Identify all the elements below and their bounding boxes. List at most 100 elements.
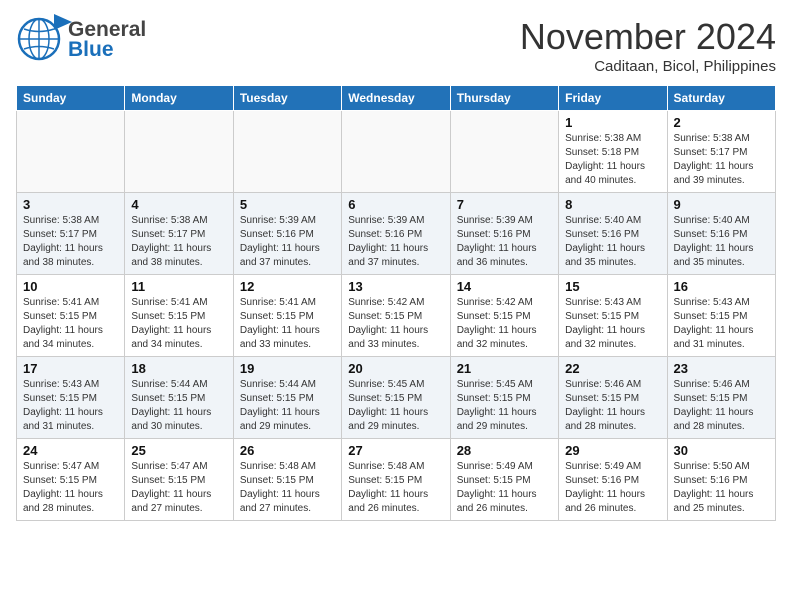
day-info-text: Sunset: 5:16 PM: [348, 228, 443, 242]
day-number: 12: [240, 279, 335, 294]
day-info-text: Sunrise: 5:38 AM: [23, 214, 118, 228]
day-info-text: Sunset: 5:16 PM: [674, 228, 769, 242]
day-info-text: Daylight: 11 hours: [23, 406, 118, 420]
day-info-text: Sunrise: 5:49 AM: [457, 460, 552, 474]
day-info-text: Sunset: 5:17 PM: [23, 228, 118, 242]
day-info-text: Daylight: 11 hours: [348, 242, 443, 256]
calendar-cell: 27 Sunrise: 5:48 AMSunset: 5:15 PMDayligh…: [342, 439, 450, 521]
calendar-cell: 10Sunrise: 5:41 AMSunset: 5:15 PMDayligh…: [17, 275, 125, 357]
day-number: 27: [348, 443, 443, 458]
month-title: November 2024: [520, 16, 776, 58]
calendar-cell: 2Sunrise: 5:38 AMSunset: 5:17 PMDaylight…: [667, 111, 775, 193]
day-number: 28: [457, 443, 552, 458]
day-info-text: and 34 minutes.: [131, 338, 226, 352]
day-info-text: Sunrise: 5:47 AM: [131, 460, 226, 474]
calendar-cell: 14Sunrise: 5:42 AMSunset: 5:15 PMDayligh…: [450, 275, 558, 357]
calendar-cell: 20Sunrise: 5:45 AMSunset: 5:15 PMDayligh…: [342, 357, 450, 439]
day-info-text: Sunset: 5:15 PM: [240, 392, 335, 406]
day-info-text: Sunset: 5:15 PM: [23, 392, 118, 406]
day-number: 8: [565, 197, 660, 212]
calendar-cell: 21Sunrise: 5:45 AMSunset: 5:15 PMDayligh…: [450, 357, 558, 439]
day-info-text: Sunrise: 5:39 AM: [240, 214, 335, 228]
day-info-text: Sunrise: 5:48 AM: [348, 460, 443, 474]
calendar-cell: 1Sunrise: 5:38 AMSunset: 5:18 PMDaylight…: [559, 111, 667, 193]
day-info-text: Daylight: 11 hours: [131, 406, 226, 420]
day-number: 21: [457, 361, 552, 376]
day-info-text: Daylight: 11 hours: [348, 406, 443, 420]
day-info-text: Sunset: 5:15 PM: [23, 310, 118, 324]
day-number: 29: [565, 443, 660, 458]
day-info-text: Daylight: 11 hours: [348, 488, 443, 502]
day-info-text: Daylight: 11 hours: [565, 324, 660, 338]
calendar-cell: 8Sunrise: 5:40 AMSunset: 5:16 PMDaylight…: [559, 193, 667, 275]
day-info-text: Sunrise: 5:46 AM: [565, 378, 660, 392]
day-info-text: Daylight: 11 hours: [240, 488, 335, 502]
calendar-table: SundayMondayTuesdayWednesdayThursdayFrid…: [16, 85, 776, 521]
day-info-text: Daylight: 11 hours: [23, 242, 118, 256]
day-number: 30: [674, 443, 769, 458]
day-info-text: Sunrise: 5:46 AM: [674, 378, 769, 392]
day-info-text: and 28 minutes.: [674, 420, 769, 434]
day-info-text: Sunset: 5:18 PM: [565, 146, 660, 160]
day-info-text: and 28 minutes.: [565, 420, 660, 434]
day-info-text: Daylight: 11 hours: [674, 406, 769, 420]
weekday-header-friday: Friday: [559, 86, 667, 111]
day-info-text: Sunset: 5:15 PM: [565, 310, 660, 324]
day-info-text: Daylight: 11 hours: [565, 488, 660, 502]
day-info-text: and 32 minutes.: [457, 338, 552, 352]
day-info-text: Sunrise: 5:41 AM: [240, 296, 335, 310]
day-info-text: and 33 minutes.: [240, 338, 335, 352]
calendar-cell: 15Sunrise: 5:43 AMSunset: 5:15 PMDayligh…: [559, 275, 667, 357]
day-number: 17: [23, 361, 118, 376]
day-info-text: Sunrise: 5:49 AM: [565, 460, 660, 474]
calendar-cell: 12Sunrise: 5:41 AMSunset: 5:15 PMDayligh…: [233, 275, 341, 357]
day-number: 24: [23, 443, 118, 458]
day-number: 16: [674, 279, 769, 294]
day-info-text: and 31 minutes.: [674, 338, 769, 352]
day-info-text: Sunset: 5:15 PM: [131, 392, 226, 406]
day-info-text: and 27 minutes.: [131, 502, 226, 516]
day-number: 20: [348, 361, 443, 376]
day-info-text: Sunset: 5:15 PM: [348, 474, 443, 488]
day-info-text: and 31 minutes.: [23, 420, 118, 434]
day-info-text: Sunrise: 5:38 AM: [131, 214, 226, 228]
calendar-cell: 13Sunrise: 5:42 AMSunset: 5:15 PMDayligh…: [342, 275, 450, 357]
weekday-header-thursday: Thursday: [450, 86, 558, 111]
day-number: 11: [131, 279, 226, 294]
day-info-text: and 37 minutes.: [348, 256, 443, 270]
day-number: 19: [240, 361, 335, 376]
calendar-cell: 22Sunrise: 5:46 AMSunset: 5:15 PMDayligh…: [559, 357, 667, 439]
day-info-text: Sunrise: 5:38 AM: [565, 132, 660, 146]
calendar-cell: [450, 111, 558, 193]
day-number: 7: [457, 197, 552, 212]
day-info-text: Sunrise: 5:44 AM: [240, 378, 335, 392]
calendar-cell: 5Sunrise: 5:39 AMSunset: 5:16 PMDaylight…: [233, 193, 341, 275]
day-info-text: Daylight: 11 hours: [23, 488, 118, 502]
day-number: 6: [348, 197, 443, 212]
day-info-text: and 34 minutes.: [23, 338, 118, 352]
calendar-cell: [17, 111, 125, 193]
weekday-header-sunday: Sunday: [17, 86, 125, 111]
calendar-cell: 25Sunrise: 5:47 AMSunset: 5:15 PMDayligh…: [125, 439, 233, 521]
calendar-cell: 6Sunrise: 5:39 AMSunset: 5:16 PMDaylight…: [342, 193, 450, 275]
day-info-text: and 40 minutes.: [565, 174, 660, 188]
day-info-text: Sunset: 5:15 PM: [131, 310, 226, 324]
day-info-text: Sunrise: 5:50 AM: [674, 460, 769, 474]
day-info-text: Daylight: 11 hours: [565, 406, 660, 420]
calendar-cell: 9Sunrise: 5:40 AMSunset: 5:16 PMDaylight…: [667, 193, 775, 275]
calendar-cell: 19Sunrise: 5:44 AMSunset: 5:15 PMDayligh…: [233, 357, 341, 439]
weekday-header-wednesday: Wednesday: [342, 86, 450, 111]
day-info-text: and 26 minutes.: [457, 502, 552, 516]
day-info-text: Sunrise: 5:44 AM: [131, 378, 226, 392]
day-info-text: and 33 minutes.: [348, 338, 443, 352]
day-number: 15: [565, 279, 660, 294]
day-number: 25: [131, 443, 226, 458]
day-info-text: and 29 minutes.: [457, 420, 552, 434]
day-info-text: Daylight: 11 hours: [674, 160, 769, 174]
day-info-text: Sunset: 5:16 PM: [565, 474, 660, 488]
day-info-text: Sunrise: 5:38 AM: [674, 132, 769, 146]
day-info-text: Daylight: 11 hours: [565, 160, 660, 174]
day-info-text: Sunrise: 5:45 AM: [457, 378, 552, 392]
title-section: November 2024 Caditaan, Bicol, Philippin…: [520, 16, 776, 75]
day-info-text: Sunset: 5:15 PM: [565, 392, 660, 406]
